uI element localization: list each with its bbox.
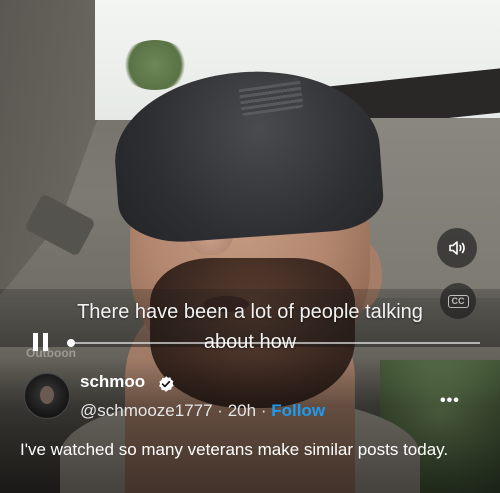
avatar-figure xyxy=(40,386,54,404)
caption-line-1: There have been a lot of people talking xyxy=(77,301,423,323)
timestamp[interactable]: 20h xyxy=(228,401,256,420)
video-post: CC There have been a lot of people talki… xyxy=(0,0,500,493)
follow-button[interactable]: Follow xyxy=(271,401,325,420)
separator: · xyxy=(260,401,267,420)
separator: · xyxy=(217,401,223,420)
display-name[interactable]: schmoo xyxy=(80,372,145,392)
speaker-icon xyxy=(449,241,465,255)
progress-bar[interactable] xyxy=(67,339,480,347)
tree xyxy=(120,40,190,90)
volume-button[interactable] xyxy=(437,228,477,268)
avatar[interactable] xyxy=(24,373,70,419)
verified-badge-icon[interactable] xyxy=(157,375,175,393)
handle[interactable]: @schmooze1777 xyxy=(80,401,213,420)
more-options-icon[interactable]: ••• xyxy=(440,392,460,410)
tweet-overlay xyxy=(0,358,500,493)
tweet-text: I've watched so many veterans make simil… xyxy=(20,440,449,459)
tweet-meta: @schmooze1777 · 20h · Follow xyxy=(80,401,325,421)
